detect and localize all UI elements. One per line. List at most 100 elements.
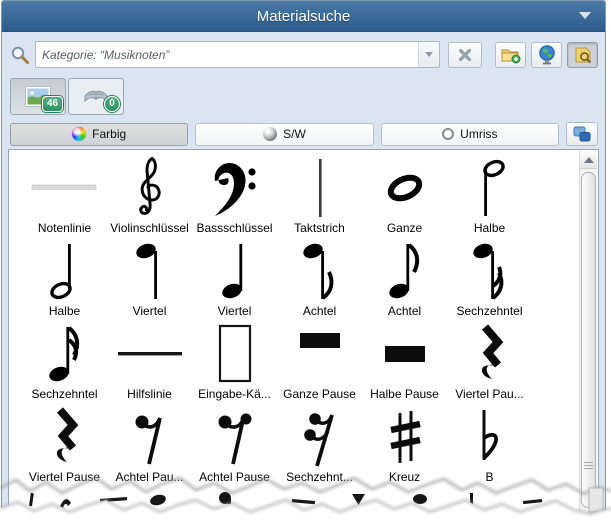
- grid-item[interactable]: Viertel: [192, 239, 277, 322]
- grid-item-label: Ganze: [386, 221, 423, 235]
- tag-search-icon: [575, 47, 591, 63]
- grid-item-label: Notenlinie: [37, 221, 92, 235]
- color-wheel-icon: [72, 127, 87, 141]
- grid-item[interactable]: Sechzehnt...: [277, 405, 362, 488]
- eighth-note-up-symbol: [386, 239, 424, 303]
- grid-item[interactable]: Halbe: [22, 239, 107, 322]
- grid-item[interactable]: Violinschlüssel: [107, 156, 192, 239]
- grid-item[interactable]: Eingabe-Kä...: [192, 322, 277, 405]
- results-list: Notenlinie Violinschlüssel Bassschlüssel Ta…: [8, 149, 599, 517]
- eighth-note-down-symbol: [301, 239, 339, 303]
- close-icon: [458, 48, 472, 61]
- grid-item[interactable]: Halbe Pause: [362, 322, 447, 405]
- staff-line-symbol: [30, 156, 100, 220]
- filter-farbig-button[interactable]: Farbig: [10, 122, 189, 146]
- grid-item-label: Hilfslinie: [127, 387, 172, 401]
- grid-item-label: Ganze Pause: [283, 387, 356, 401]
- grid-item-label: Halbe: [48, 304, 81, 318]
- category-search-button[interactable]: [567, 41, 598, 68]
- scrollbar-thumb[interactable]: [581, 172, 596, 508]
- grid-item[interactable]: Ganze Pause: [277, 322, 362, 405]
- filter-sw-button[interactable]: S/W: [195, 122, 374, 146]
- grid-item-label: Eingabe-Kä...: [198, 387, 271, 401]
- quarter-rest-symbol: [470, 322, 510, 386]
- grid-item-label: Halbe Pause: [370, 387, 439, 401]
- grid-item[interactable]: Hilfslinie: [107, 322, 192, 405]
- grid-item[interactable]: Notenlinie: [22, 156, 107, 239]
- grid-item-label: B: [485, 470, 494, 484]
- bass-clef-symbol: [212, 156, 258, 220]
- quarter-note-up-symbol: [219, 239, 251, 303]
- grid-item[interactable]: Taktstrich: [277, 156, 362, 239]
- filter-farbig-label: Farbig: [92, 127, 127, 141]
- grid-item[interactable]: Viertel Pau...: [447, 322, 532, 405]
- online-search-button[interactable]: [531, 41, 562, 68]
- add-category-button[interactable]: [495, 41, 526, 68]
- half-rest-symbol: [380, 322, 430, 386]
- grid-item-label: Achtel Pause: [199, 470, 270, 484]
- grid-item-label: Sechzehnt...: [286, 470, 353, 484]
- grid-item[interactable]: Kreuz: [362, 405, 447, 488]
- cascade-icon: [573, 126, 591, 142]
- grid-item-label: Viertel: [217, 304, 252, 318]
- grid-item[interactable]: Bassschlüssel: [192, 156, 277, 239]
- vertical-scrollbar[interactable]: [579, 151, 597, 516]
- grid-item[interactable]: Sechzehntel: [22, 322, 107, 405]
- tab-images[interactable]: 46: [10, 78, 66, 115]
- panel-collapse-arrow-icon[interactable]: [579, 12, 591, 19]
- grid-item[interactable]: Viertel: [107, 239, 192, 322]
- treble-clef-symbol: [137, 156, 163, 220]
- arrow-up-icon: [583, 156, 594, 163]
- eighth-rest-alt-symbol: [213, 405, 257, 469]
- grid-item[interactable]: Achtel: [277, 239, 362, 322]
- grid-item-label: Halbe: [473, 221, 506, 235]
- grid-item-label: Taktstrich: [294, 221, 345, 235]
- grid-item[interactable]: Achtel: [362, 239, 447, 322]
- filter-umriss-label: Umriss: [460, 127, 498, 141]
- ledger-line-symbol: [115, 322, 185, 386]
- search-input[interactable]: [36, 42, 418, 67]
- clear-search-button[interactable]: [448, 41, 482, 68]
- grid-item-label: Bassschlüssel: [196, 221, 273, 235]
- quarter-rest-symbol: [45, 405, 85, 469]
- whole-note-symbol: [382, 156, 428, 220]
- materials-count-badge: 0: [104, 96, 120, 112]
- search-icon: [10, 45, 30, 65]
- grid-item[interactable]: Achtel Pau...: [107, 405, 192, 488]
- scrollbar-up-button[interactable]: [580, 151, 597, 169]
- grid-item-label: Achtel Pau...: [115, 470, 184, 484]
- flat-symbol: [476, 405, 504, 469]
- sixteenth-rest-symbol: [300, 405, 340, 469]
- search-field-wrapper: [35, 41, 440, 68]
- sixteenth-note-down-symbol: [471, 239, 509, 303]
- grid-item-label: Achtel: [387, 304, 422, 318]
- folder-add-icon: [501, 49, 520, 63]
- grid-item[interactable]: Viertel Pause: [22, 405, 107, 488]
- view-options-button[interactable]: [565, 122, 598, 146]
- filter-sw-label: S/W: [283, 127, 306, 141]
- grid-item[interactable]: Achtel Pause: [192, 405, 277, 488]
- thumb-grip: [584, 460, 593, 471]
- filter-umriss-button[interactable]: Umriss: [380, 122, 559, 146]
- results-grid: Notenlinie Violinschlüssel Bassschlüssel Ta…: [9, 150, 580, 516]
- grid-item-label: Viertel: [132, 304, 167, 318]
- grid-item[interactable]: Sechzehntel: [447, 239, 532, 322]
- search-toolbar: [10, 41, 598, 68]
- result-tabs: 46 0: [10, 78, 605, 115]
- bar-line-symbol: [315, 156, 325, 220]
- grid-item[interactable]: B: [447, 405, 532, 488]
- grid-item-label: Sechzehntel: [456, 304, 523, 318]
- grid-item[interactable]: Halbe: [447, 156, 532, 239]
- grid-item-label: Viertel Pause: [28, 470, 101, 484]
- grid-item-label: Kreuz: [388, 470, 421, 484]
- chevron-down-icon: [425, 52, 433, 57]
- filter-bar: Farbig S/W Umriss: [10, 122, 598, 146]
- eighth-rest-symbol: [130, 405, 170, 469]
- whole-rest-symbol: [295, 322, 345, 386]
- half-note-down-symbol: [474, 156, 506, 220]
- tab-materials[interactable]: 0: [68, 78, 124, 115]
- grid-item[interactable]: Ganze: [362, 156, 447, 239]
- sixteenth-note-up-symbol: [46, 322, 84, 386]
- input-box-symbol: [216, 322, 254, 386]
- search-dropdown-button[interactable]: [418, 42, 439, 67]
